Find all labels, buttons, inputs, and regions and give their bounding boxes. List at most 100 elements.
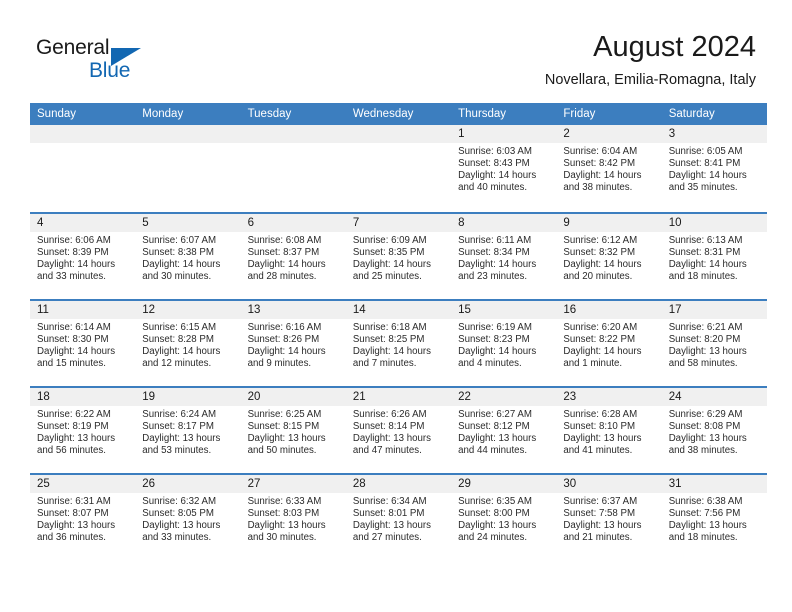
- day-cell[interactable]: 5 Sunrise: 6:07 AM Sunset: 8:38 PM Daylight…: [135, 214, 241, 299]
- day-number: 19: [135, 388, 241, 406]
- day-cell[interactable]: 23 Sunrise: 6:28 AM Sunset: 8:10 PM Dayligh…: [556, 388, 662, 473]
- day-details: Sunrise: 6:12 AM Sunset: 8:32 PM Daylight:…: [556, 232, 661, 283]
- day-cell[interactable]: 1 Sunrise: 6:03 AM Sunset: 8:43 PM Daylight…: [451, 125, 557, 212]
- sunset-time: Sunset: 8:03 PM: [247, 508, 320, 520]
- day-number: 22: [451, 388, 557, 406]
- day-cell[interactable]: 8 Sunrise: 6:11 AM Sunset: 8:34 PM Daylight…: [451, 214, 557, 299]
- day-number: 6: [240, 214, 346, 232]
- daylight-duration-line2: and 33 minutes.: [37, 271, 106, 283]
- day-number: 5: [135, 214, 241, 232]
- sunset-time: Sunset: 8:43 PM: [458, 158, 530, 170]
- calendar-week-row: 25 Sunrise: 6:31 AM Sunset: 8:07 PM Dayligh…: [30, 473, 767, 560]
- sunrise-time: Sunrise: 6:28 AM: [563, 409, 638, 420]
- day-details: Sunrise: 6:06 AM Sunset: 8:39 PM Daylight:…: [30, 232, 135, 283]
- day-cell[interactable]: 3 Sunrise: 6:05 AM Sunset: 8:41 PM Daylight…: [661, 125, 767, 212]
- daylight-duration-line1: Daylight: 13 hours: [37, 433, 116, 445]
- day-cell[interactable]: 22 Sunrise: 6:27 AM Sunset: 8:12 PM Dayligh…: [451, 388, 557, 473]
- day-cell-empty: [345, 125, 452, 212]
- day-number: 12: [135, 301, 241, 319]
- day-details: Sunrise: 6:20 AM Sunset: 8:22 PM Daylight:…: [556, 319, 661, 370]
- day-cell[interactable]: 20 Sunrise: 6:25 AM Sunset: 8:15 PM Dayligh…: [240, 388, 346, 473]
- day-cell[interactable]: 12 Sunrise: 6:15 AM Sunset: 8:28 PM Dayligh…: [135, 301, 241, 386]
- brand-name-general: General: [36, 36, 110, 59]
- day-number: 29: [451, 475, 557, 493]
- daylight-duration-line1: Daylight: 14 hours: [563, 346, 642, 358]
- day-cell[interactable]: 4 Sunrise: 6:06 AM Sunset: 8:39 PM Daylight…: [30, 214, 136, 299]
- day-cell[interactable]: 13 Sunrise: 6:16 AM Sunset: 8:26 PM Dayligh…: [240, 301, 346, 386]
- day-number: 8: [451, 214, 557, 232]
- day-details: Sunrise: 6:34 AM Sunset: 8:01 PM Daylight:…: [346, 493, 451, 544]
- day-details: Sunrise: 6:26 AM Sunset: 8:14 PM Daylight:…: [346, 406, 451, 457]
- page-header: General Blue August 2024 Novellara, Emil…: [0, 0, 792, 100]
- day-cell[interactable]: 6 Sunrise: 6:08 AM Sunset: 8:37 PM Daylight…: [240, 214, 346, 299]
- daylight-duration-line2: and 9 minutes.: [247, 358, 312, 370]
- day-cell[interactable]: 14 Sunrise: 6:18 AM Sunset: 8:25 PM Dayligh…: [345, 301, 452, 386]
- day-details: Sunrise: 6:35 AM Sunset: 8:00 PM Daylight:…: [451, 493, 556, 544]
- daylight-duration-line2: and 4 minutes.: [458, 358, 522, 370]
- calendar-week-row: 18 Sunrise: 6:22 AM Sunset: 8:19 PM Dayligh…: [30, 386, 767, 473]
- day-cell[interactable]: 21 Sunrise: 6:26 AM Sunset: 8:14 PM Dayligh…: [345, 388, 452, 473]
- day-cell[interactable]: 28 Sunrise: 6:34 AM Sunset: 8:01 PM Dayligh…: [345, 475, 452, 560]
- daylight-duration-line2: and 7 minutes.: [352, 358, 417, 370]
- daylight-duration-line1: Daylight: 13 hours: [668, 433, 747, 445]
- sunrise-time: Sunrise: 6:24 AM: [142, 409, 217, 420]
- daylight-duration-line2: and 18 minutes.: [668, 271, 738, 283]
- day-cell-empty: [30, 125, 136, 212]
- day-details: Sunrise: 6:33 AM Sunset: 8:03 PM Daylight:…: [241, 493, 346, 544]
- day-details: Sunrise: 6:29 AM Sunset: 8:08 PM Daylight:…: [662, 406, 767, 457]
- sunrise-time: Sunrise: 6:11 AM: [458, 235, 532, 246]
- day-cell[interactable]: 9 Sunrise: 6:12 AM Sunset: 8:32 PM Daylight…: [556, 214, 662, 299]
- day-details: Sunrise: 6:14 AM Sunset: 8:30 PM Daylight:…: [30, 319, 135, 370]
- day-cell-empty: [240, 125, 346, 212]
- sunrise-time: Sunrise: 6:22 AM: [37, 409, 111, 420]
- day-cell[interactable]: 2 Sunrise: 6:04 AM Sunset: 8:42 PM Daylight…: [556, 125, 662, 212]
- daylight-duration-line2: and 24 minutes.: [458, 532, 528, 544]
- day-cell[interactable]: 17 Sunrise: 6:21 AM Sunset: 8:20 PM Dayligh…: [661, 301, 767, 386]
- daylight-duration-line2: and 36 minutes.: [37, 532, 106, 544]
- daylight-duration-line1: Daylight: 14 hours: [563, 259, 642, 271]
- sunrise-time: Sunrise: 6:08 AM: [247, 235, 322, 246]
- sunset-time: Sunset: 8:22 PM: [563, 334, 636, 346]
- day-details: Sunrise: 6:15 AM Sunset: 8:28 PM Daylight:…: [135, 319, 240, 370]
- daylight-duration-line2: and 30 minutes.: [247, 532, 317, 544]
- day-details: Sunrise: 6:22 AM Sunset: 8:19 PM Daylight:…: [30, 406, 135, 457]
- weekday-header-thursday: Thursday: [458, 108, 507, 120]
- sunset-time: Sunset: 8:26 PM: [247, 334, 320, 346]
- daylight-duration-line1: Daylight: 14 hours: [458, 259, 537, 271]
- sunrise-time: Sunrise: 6:25 AM: [247, 409, 322, 420]
- day-cell[interactable]: 30 Sunrise: 6:37 AM Sunset: 7:58 PM Dayligh…: [556, 475, 662, 560]
- sunrise-time: Sunrise: 6:05 AM: [668, 146, 743, 157]
- calendar-page: General Blue August 2024 Novellara, Emil…: [0, 0, 792, 612]
- calendar-week-row: 1 Sunrise: 6:03 AM Sunset: 8:43 PM Daylight…: [30, 125, 767, 212]
- day-cell[interactable]: 18 Sunrise: 6:22 AM Sunset: 8:19 PM Dayligh…: [30, 388, 136, 473]
- day-cell[interactable]: 15 Sunrise: 6:19 AM Sunset: 8:23 PM Dayligh…: [451, 301, 557, 386]
- day-details: Sunrise: 6:31 AM Sunset: 8:07 PM Daylight:…: [30, 493, 135, 544]
- day-number: 30: [556, 475, 662, 493]
- daylight-duration-line2: and 53 minutes.: [142, 445, 212, 457]
- day-cell[interactable]: 19 Sunrise: 6:24 AM Sunset: 8:17 PM Dayligh…: [135, 388, 241, 473]
- day-cell[interactable]: 26 Sunrise: 6:32 AM Sunset: 8:05 PM Dayligh…: [135, 475, 241, 560]
- day-number: 3: [661, 125, 767, 143]
- daylight-duration-line1: Daylight: 14 hours: [352, 259, 431, 271]
- daylight-duration-line2: and 44 minutes.: [458, 445, 528, 457]
- day-cell[interactable]: 31 Sunrise: 6:38 AM Sunset: 7:56 PM Dayligh…: [661, 475, 767, 560]
- day-cell[interactable]: 25 Sunrise: 6:31 AM Sunset: 8:07 PM Dayligh…: [30, 475, 136, 560]
- day-cell[interactable]: 16 Sunrise: 6:20 AM Sunset: 8:22 PM Dayligh…: [556, 301, 662, 386]
- sunset-time: Sunset: 8:42 PM: [563, 158, 636, 170]
- day-cell[interactable]: 7 Sunrise: 6:09 AM Sunset: 8:35 PM Daylight…: [345, 214, 452, 299]
- sunrise-time: Sunrise: 6:13 AM: [668, 235, 743, 246]
- day-cell[interactable]: 11 Sunrise: 6:14 AM Sunset: 8:30 PM Dayligh…: [30, 301, 136, 386]
- day-details: Sunrise: 6:05 AM Sunset: 8:41 PM Daylight:…: [662, 143, 767, 194]
- sunrise-time: Sunrise: 6:37 AM: [563, 496, 638, 507]
- day-cell[interactable]: 10 Sunrise: 6:13 AM Sunset: 8:31 PM Dayligh…: [661, 214, 767, 299]
- day-number: 18: [30, 388, 136, 406]
- day-cell[interactable]: 24 Sunrise: 6:29 AM Sunset: 8:08 PM Dayligh…: [661, 388, 767, 473]
- day-cell[interactable]: 29 Sunrise: 6:35 AM Sunset: 8:00 PM Dayligh…: [451, 475, 557, 560]
- sunrise-time: Sunrise: 6:31 AM: [37, 496, 111, 507]
- sunset-time: Sunset: 8:32 PM: [563, 247, 636, 259]
- day-cell[interactable]: 27 Sunrise: 6:33 AM Sunset: 8:03 PM Dayligh…: [240, 475, 346, 560]
- brand-logo[interactable]: General Blue: [36, 36, 196, 88]
- sunrise-time: Sunrise: 6:21 AM: [668, 322, 743, 333]
- day-details: Sunrise: 6:04 AM Sunset: 8:42 PM Daylight:…: [556, 143, 661, 194]
- sunset-time: Sunset: 8:41 PM: [668, 158, 741, 170]
